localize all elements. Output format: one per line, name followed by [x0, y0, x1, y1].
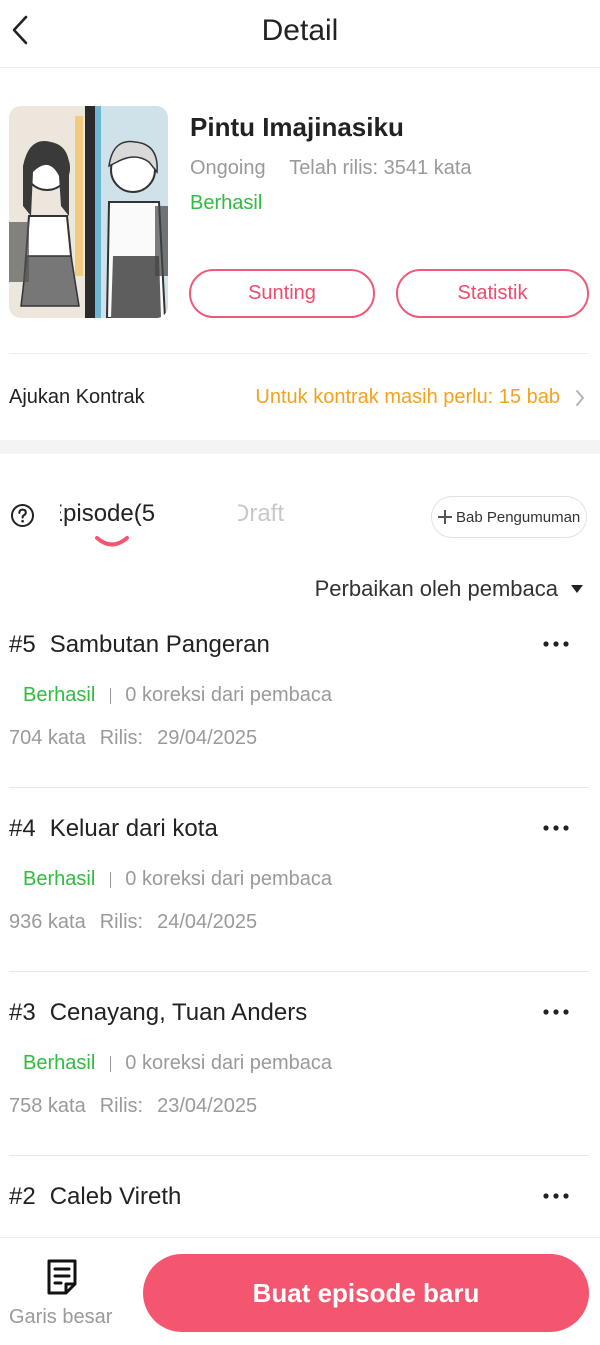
episode-meta: 758 kata Rilis: 23/04/2025: [9, 1095, 257, 1118]
active-tab-indicator: [95, 536, 129, 547]
episode-name: Sambutan Pangeran: [49, 631, 270, 658]
book-title: Pintu Imajinasiku: [190, 112, 404, 142]
release-date: 24/04/2025: [157, 911, 258, 933]
episode-name: Caleb Vireth: [49, 1183, 182, 1210]
contract-label: Ajukan Kontrak: [9, 386, 145, 408]
tab-draft[interactable]: Draft: [238, 500, 286, 530]
page-title: Detail: [261, 14, 339, 47]
episode-title: #3 Cenayang, Tuan Anders: [9, 999, 307, 1027]
episode-status: Berhasil: [23, 868, 96, 890]
book-meta: Ongoing Telah rilis: 3541 kata: [190, 157, 472, 180]
release-date: 23/04/2025: [157, 1095, 258, 1117]
cover-illustration: [9, 106, 168, 318]
episode-number: #4: [9, 815, 36, 842]
edit-button[interactable]: Sunting: [189, 269, 375, 318]
announcement-chapter-button[interactable]: Bab Pengumuman: [431, 496, 587, 538]
release-label: Rilis:: [99, 911, 144, 933]
announcement-label: Bab Pengumuman: [456, 508, 581, 526]
episode-status: Berhasil: [23, 684, 96, 706]
caret-down-icon: [571, 585, 583, 593]
sort-dropdown[interactable]: Perbaikan oleh pembaca: [315, 576, 584, 602]
list-item[interactable]: #2 Caleb Vireth: [0, 1156, 600, 1237]
tab-episode-label: Episode(5: [60, 500, 156, 527]
episode-status-line: Berhasil 0 koreksi dari pembaca: [23, 684, 332, 707]
reader-corrections: 0 koreksi dari pembaca: [125, 1052, 333, 1074]
episode-meta: 704 kata Rilis: 29/04/2025: [9, 727, 257, 750]
episode-number: #2: [9, 1183, 36, 1210]
book-cover-image[interactable]: [9, 106, 168, 318]
chevron-right-icon: [576, 390, 584, 406]
chapter-tabs: Episode(5 Draft Bab Pengumuman: [0, 454, 600, 564]
outline-button[interactable]: Garis besar: [0, 1238, 130, 1345]
book-state: Ongoing: [190, 157, 266, 179]
separator: [110, 871, 112, 888]
episode-number: #5: [9, 631, 36, 658]
more-options-icon[interactable]: [540, 638, 572, 650]
episode-number: #3: [9, 999, 36, 1026]
bottom-action-bar: Garis besar Buat episode baru: [0, 1237, 600, 1345]
release-date: 29/04/2025: [157, 727, 258, 749]
list-item[interactable]: #5 Sambutan Pangeran Berhasil 0 koreksi d…: [0, 604, 600, 788]
section-separator: [0, 440, 600, 454]
plus-icon: [438, 510, 452, 524]
episode-word-count: 704 kata: [9, 727, 86, 749]
tab-episode[interactable]: Episode(5: [60, 500, 162, 530]
episode-status: Berhasil: [23, 1052, 96, 1074]
book-info: Pintu Imajinasiku Ongoing Telah rilis: 3…: [0, 68, 600, 354]
more-options-icon[interactable]: [540, 1006, 572, 1018]
episode-word-count: 758 kata: [9, 1095, 86, 1117]
create-episode-button[interactable]: Buat episode baru: [143, 1254, 589, 1332]
book-status: Berhasil: [190, 192, 263, 214]
episode-status-line: Berhasil 0 koreksi dari pembaca: [23, 1052, 332, 1075]
statistics-button[interactable]: Statistik: [396, 269, 589, 318]
episode-name: Keluar dari kota: [49, 815, 218, 842]
list-item[interactable]: #4 Keluar dari kota Berhasil 0 koreksi da…: [0, 788, 600, 972]
top-bar: Detail: [0, 0, 600, 68]
separator: [110, 687, 112, 704]
list-item[interactable]: #3 Cenayang, Tuan Anders Berhasil 0 korek…: [0, 972, 600, 1156]
book-word-count: Telah rilis: 3541 kata: [289, 157, 472, 179]
more-options-icon[interactable]: [540, 822, 572, 834]
separator: [110, 1055, 112, 1072]
more-options-icon[interactable]: [540, 1190, 572, 1202]
episode-word-count: 936 kata: [9, 911, 86, 933]
episode-name: Cenayang, Tuan Anders: [49, 999, 308, 1026]
question-circle-icon[interactable]: [10, 503, 35, 528]
tab-draft-label: Draft: [238, 500, 285, 527]
reader-corrections: 0 koreksi dari pembaca: [125, 868, 333, 890]
release-label: Rilis:: [99, 1095, 144, 1117]
sort-label: Perbaikan oleh pembaca: [314, 576, 558, 601]
reader-corrections: 0 koreksi dari pembaca: [125, 684, 333, 706]
contract-row[interactable]: Ajukan Kontrak Untuk kontrak masih perlu…: [0, 354, 600, 440]
episode-status-line: Berhasil 0 koreksi dari pembaca: [23, 868, 332, 891]
episode-title: #5 Sambutan Pangeran: [9, 631, 270, 659]
outline-label: Garis besar: [9, 1306, 113, 1328]
contract-requirement: Untuk kontrak masih perlu: 15 bab: [255, 386, 560, 408]
episode-title: #4 Keluar dari kota: [9, 815, 218, 843]
episode-title: #2 Caleb Vireth: [9, 1183, 181, 1211]
release-label: Rilis:: [99, 727, 144, 749]
outline-document-icon: [47, 1259, 77, 1295]
episode-meta: 936 kata Rilis: 24/04/2025: [9, 911, 257, 934]
